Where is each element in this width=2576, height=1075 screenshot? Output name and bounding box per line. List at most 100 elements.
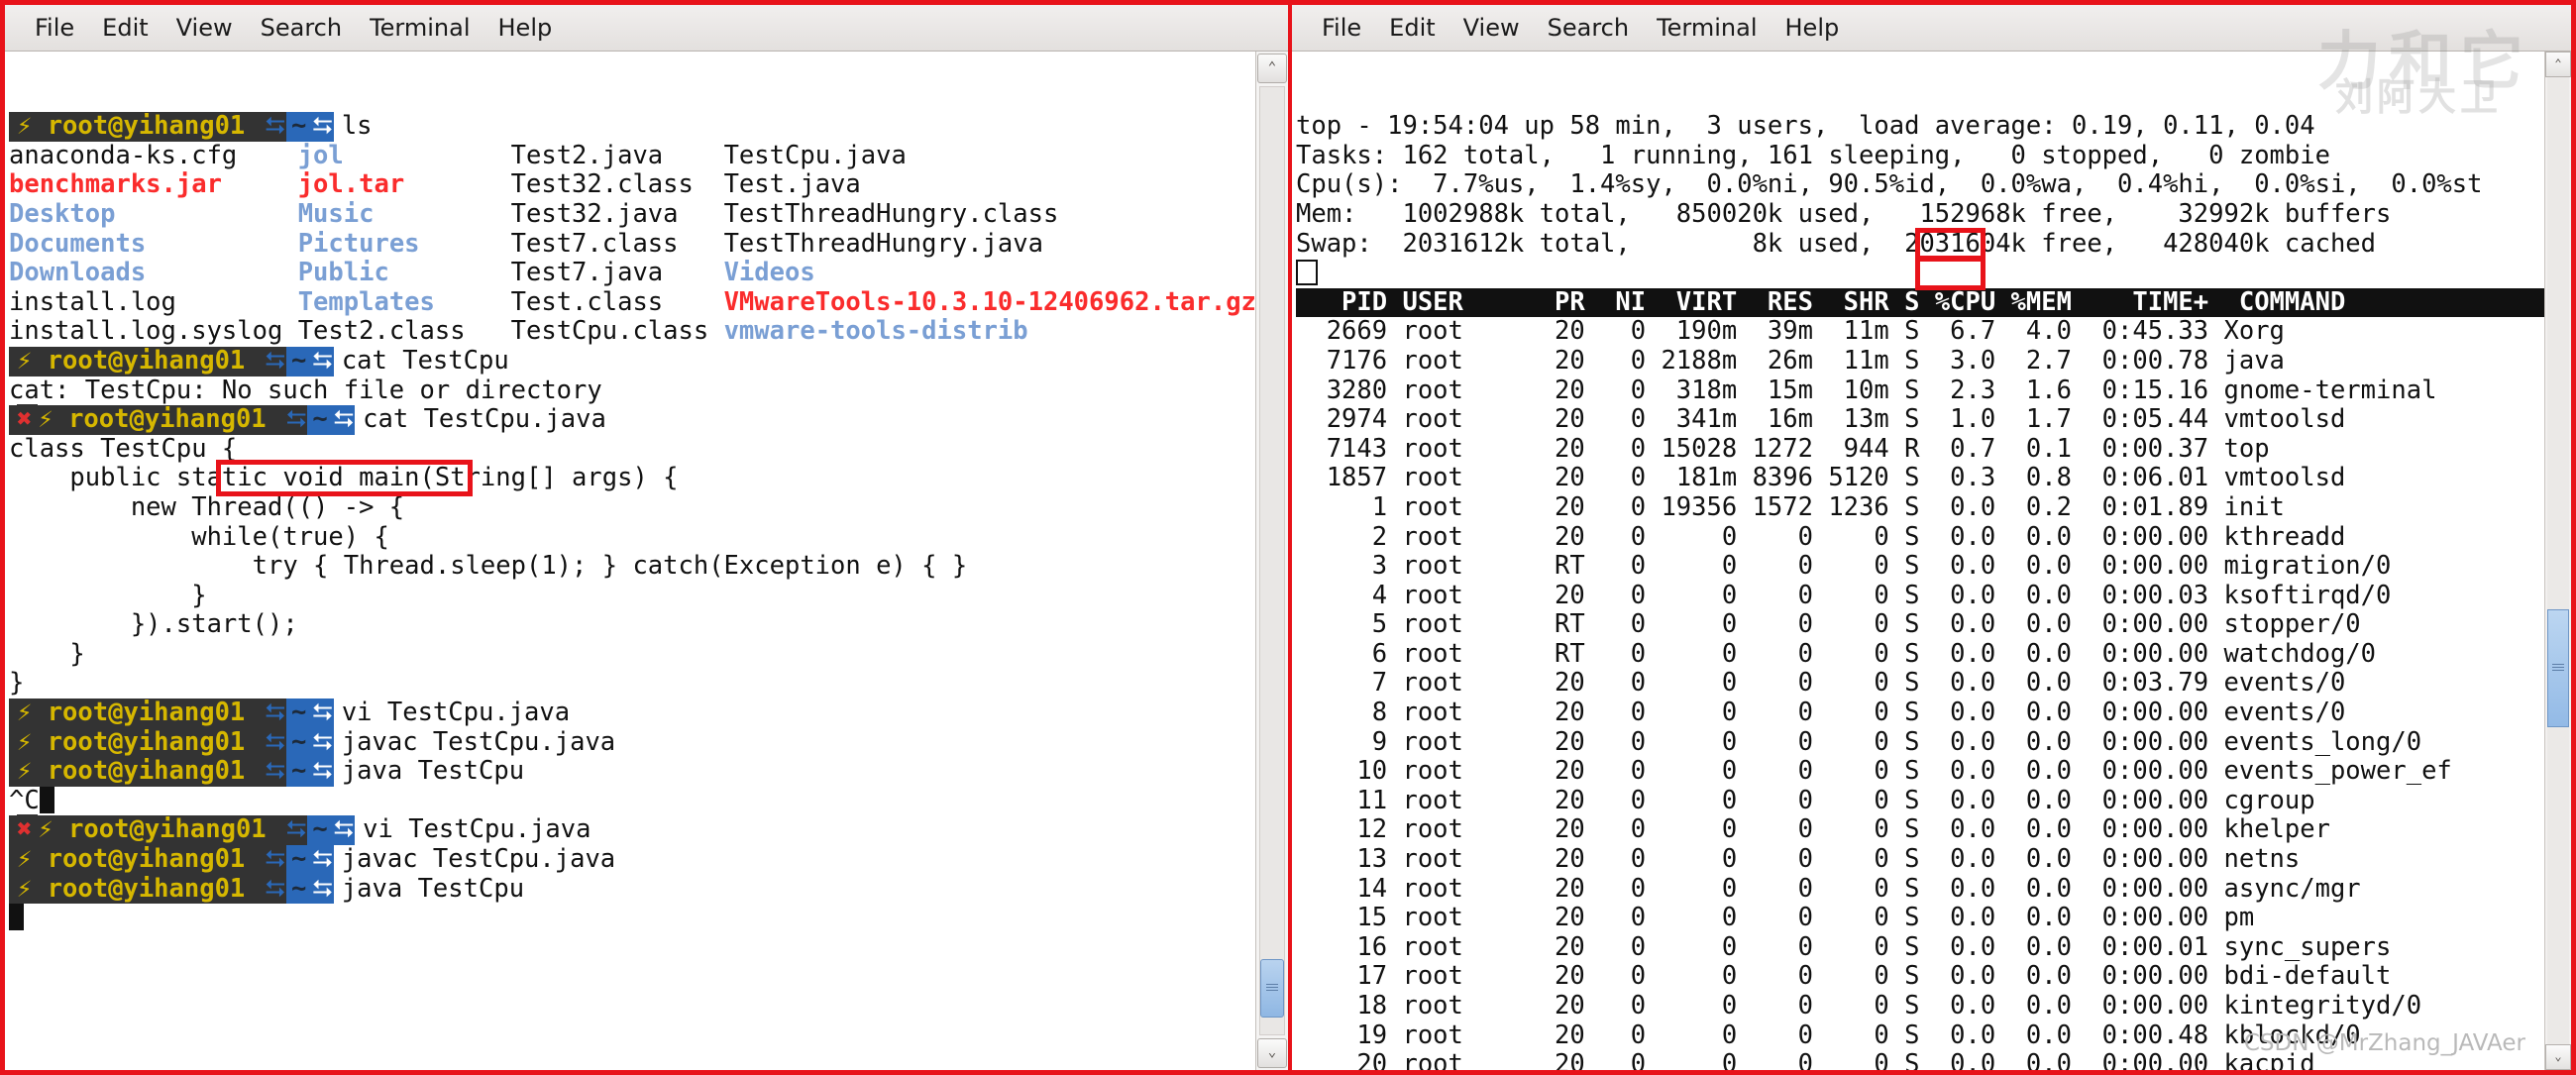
top-summary-line: Swap: 2031612k total, 8k used, 2031604k … [1296,228,2377,259]
menu-search-right[interactable]: Search [1534,12,1643,44]
scroll-up-arrow-icon[interactable]: ⌃ [1257,54,1287,83]
command-text: cat TestCpu.java [363,404,606,435]
prompt-separator2-icon: ⮀ [311,756,334,787]
menu-edit[interactable]: Edit [88,12,161,44]
prompt-separator2-icon: ⮀ [311,844,334,875]
process-row: 12 root 20 0 0 0 0 S 0.0 0.0 0:00.00 khe… [1296,814,2330,845]
active-cursor-line[interactable] [9,904,1288,933]
scrollbar-left[interactable]: ⌃ ⌄ [1255,52,1288,1070]
scroll-down-arrow-icon[interactable]: ⌄ [1257,1038,1287,1068]
top-command-output[interactable]: top - 19:54:04 up 58 min, 3 users, load … [1292,52,2571,1070]
prompt-separator-icon: ⮀ [264,756,287,787]
command-text: javac TestCpu.java [341,726,616,757]
scroll-track-right[interactable] [2547,77,2569,1044]
prompt-line[interactable]: ⚡ root@yihang01 ⮀ ~ ⮀ javac TestCpu.java [9,844,1288,875]
process-row: 3 root RT 0 0 0 0 S 0.0 0.0 0:00.00 migr… [1296,551,2392,582]
menu-search[interactable]: Search [247,12,356,44]
menu-help-right[interactable]: Help [1771,12,1854,44]
ls-output-row: benchmarks.jar jol.tar Test32.class Test… [9,170,1288,200]
scroll-thumb-right[interactable] [2547,608,2569,727]
prompt-separator-icon: ⮀ [264,844,287,875]
process-row: 7 root 20 0 0 0 0 S 0.0 0.0 0:03.79 even… [1296,668,2346,699]
menu-terminal-right[interactable]: Terminal [1643,12,1771,44]
java-source-line: new Thread(() -> { [9,491,405,522]
ls-entry: Test2.class [297,316,511,347]
ls-entry: benchmarks.jar [9,169,298,200]
prompt-host: ✖ ⚡ root@yihang01 [9,814,285,846]
ls-output-row: Desktop Music Test32.java TestThreadHung… [9,198,1288,230]
menubar-right[interactable]: File Edit View Search Terminal Help [1292,5,2571,52]
prompt-line[interactable]: ⚡ root@yihang01 ⮀ ~ ⮀ javac TestCpu.java [9,726,1288,758]
command-text: vi TestCpu.java [363,814,591,845]
ls-entry: Templates [297,286,511,317]
menu-help[interactable]: Help [484,12,567,44]
command-text: cat TestCpu [341,345,509,376]
prompt-line[interactable]: ⚡ root@yihang01 ⮀ ~ ⮀ ls [9,111,1288,142]
top-blank-cursor-line [1296,259,2571,288]
prompt-line[interactable]: ✖ ⚡ root@yihang01 ⮀ ~ ⮀ vi TestCpu.java [9,814,1288,846]
process-row: 7176 root 20 0 2188m 26m 11m S 3.0 2.7 0… [1296,345,2285,376]
prompt-line[interactable]: ⚡ root@yihang01 ⮀ ~ ⮀ vi TestCpu.java [9,698,1288,728]
ls-entry: Test32.class [510,169,724,200]
scroll-grip-icon-right [2552,663,2564,673]
top-summary-line: Cpu(s): 7.7%us, 1.4%sy, 0.0%ni, 90.5%id,… [1296,169,2483,200]
java-source-line: }).start(); [9,609,298,640]
scroll-grip-icon [1266,983,1278,993]
menu-file-right[interactable]: File [1308,12,1375,44]
scroll-thumb[interactable] [1260,958,1284,1018]
menu-view[interactable]: View [162,12,247,44]
prompt-separator-icon: ⮀ [264,698,287,728]
menu-edit-right[interactable]: Edit [1375,12,1449,44]
prompt-line[interactable]: ✖ ⚡ root@yihang01 ⮀ ~ ⮀ cat TestCpu.java [9,404,1288,435]
terminal-output-left[interactable]: ⚡ root@yihang01 ⮀ ~ ⮀ ls anaconda-ks.cfg jol… [5,52,1288,1070]
menu-file[interactable]: File [21,12,88,44]
ls-entry: vmware-tools-distrib [723,316,1028,347]
ls-entry: Desktop [9,198,298,229]
prompt-separator2-icon: ⮀ [311,726,334,758]
scroll-down-arrow-icon-right[interactable]: ⌄ [2545,1044,2571,1070]
command-text: javac TestCpu.java [341,844,616,875]
menu-terminal[interactable]: Terminal [356,12,483,44]
screenshot-root: File Edit View Search Terminal Help ⚡ ro… [0,0,2576,1075]
ls-entry: Test32.java [510,198,724,229]
ls-entry: TestCpu.class [510,316,724,347]
java-source-line: } [9,668,25,699]
prompt-line[interactable]: ⚡ root@yihang01 ⮀ ~ ⮀ java TestCpu [9,756,1288,787]
prompt-host: ⚡ root@yihang01 [9,698,265,728]
prompt-host: ⚡ root@yihang01 [9,844,265,875]
process-row: 5 root RT 0 0 0 0 S 0.0 0.0 0:00.00 stop… [1296,609,2361,640]
process-row: 20 root 20 0 0 0 0 S 0.0 0.0 0:00.00 kac… [1296,1049,2315,1070]
scrollbar-right[interactable]: ⌃ ⌄ [2544,52,2571,1070]
ls-output-row: Downloads Public Test7.java Videos [9,258,1288,288]
scroll-up-arrow-icon-right[interactable]: ⌃ [2545,52,2571,77]
prompt-separator2-icon: ⮀ [311,111,334,142]
scroll-track[interactable] [1259,86,1285,1035]
menubar-left[interactable]: File Edit View Search Terminal Help [5,5,1288,52]
prompt-path: ~ [286,844,312,875]
ls-entry: Downloads [9,258,298,288]
process-row: 8 root 20 0 0 0 0 S 0.0 0.0 0:00.00 even… [1296,698,2346,728]
process-row: 2669 root 20 0 190m 39m 11m S 6.7 4.0 0:… [1296,316,2285,347]
process-row: 13 root 20 0 0 0 0 S 0.0 0.0 0:00.00 net… [1296,844,2301,875]
prompt-error-icon: ✖ [17,814,39,845]
process-row: 2974 root 20 0 341m 16m 13m S 1.0 1.7 0:… [1296,404,2346,435]
prompt-separator-icon: ⮀ [264,111,287,142]
prompt-path: ~ [286,112,312,142]
ls-entry: Test.class [510,286,724,317]
process-row: 6 root RT 0 0 0 0 S 0.0 0.0 0:00.00 watc… [1296,638,2377,669]
menu-view-right[interactable]: View [1449,12,1534,44]
prompt-separator2-icon: ⮀ [332,404,356,435]
prompt-line[interactable]: ⚡ root@yihang01 ⮀ ~ ⮀ cat TestCpu [9,345,1288,376]
ls-entry: VMwareTools-10.3.10-12406962.tar.gz [723,286,1256,317]
prompt-line[interactable]: ⚡ root@yihang01 ⮀ ~ ⮀ java TestCpu [9,874,1288,905]
prompt-path: ~ [286,698,312,728]
ls-output-row: anaconda-ks.cfg jol Test2.java TestCpu.j… [9,140,1288,171]
ls-entry: anaconda-ks.cfg [9,140,298,170]
process-row: 16 root 20 0 0 0 0 S 0.0 0.0 0:00.01 syn… [1296,931,2392,962]
ls-entry: TestThreadHungry.java [723,228,1043,259]
terminal-window-left: File Edit View Search Terminal Help ⚡ ro… [5,5,1292,1070]
ls-entry: install.log.syslog [9,316,298,347]
java-source-line: try { Thread.sleep(1); } catch(Exception… [9,551,968,582]
prompt-separator2-icon: ⮀ [311,345,334,376]
prompt-separator-icon: ⮀ [264,726,287,758]
